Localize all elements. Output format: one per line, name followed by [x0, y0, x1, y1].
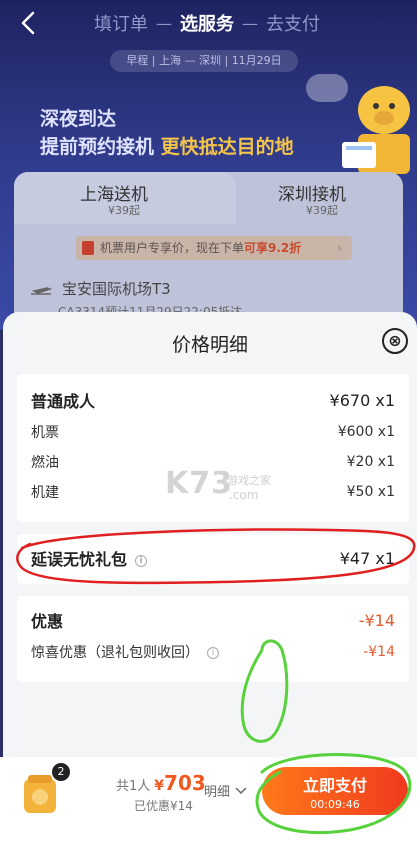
adult-fare-label: 普通成人 — [31, 392, 96, 411]
step-pay: 去支付 — [266, 14, 320, 35]
tab-shenzhen-pickup-price: ¥39起 — [306, 204, 338, 217]
pay-now-label: 立即支付 — [302, 776, 367, 795]
fare-item-amount: ¥50 x1 — [346, 484, 395, 500]
chevron-right-icon: › — [337, 241, 342, 255]
delay-package-panel: 延误无忧礼包 i ¥47 x1 — [17, 534, 409, 584]
sheet-title: 价格明细 — [171, 334, 248, 356]
order-steps: 填订单 — 选服务 — 去支付 — [94, 10, 320, 36]
mascot-illustration — [342, 86, 410, 174]
pay-now-button[interactable]: 立即支付 00:09:46 — [262, 767, 408, 815]
price-detail-toggle[interactable]: 明细 — [204, 781, 248, 800]
fare-item-label: 机票 — [31, 425, 59, 441]
checkout-bar: 2 共1人 ¥ 703 已优惠¥14 明细 立即支付 00:09:46 — [0, 757, 417, 848]
step-separator: — — [242, 13, 258, 33]
promo-subline-highlight: 更快抵达目的地 — [160, 136, 294, 158]
discount-panel: 优惠 -¥14 惊喜优惠（退礼包则收回） i -¥14 — [17, 596, 409, 682]
payment-countdown: 00:09:46 — [310, 798, 360, 811]
adult-fare-panel: 普通成人 ¥670 x1 机票 ¥600 x1 燃油 ¥20 x1 机建 ¥50… — [17, 374, 409, 522]
member-notice-banner[interactable]: 机票用户专享价，现在下单可享9.2折 › — [76, 236, 352, 260]
chevron-down-icon — [235, 787, 247, 795]
detail-label: 明细 — [204, 785, 231, 800]
fare-item-amount: ¥600 x1 — [337, 424, 395, 440]
notice-text: 机票用户专享价，现在下单 — [100, 241, 245, 255]
discount-item-label-group: 惊喜优惠（退礼包则收回） i — [31, 642, 219, 662]
step-separator: — — [156, 13, 172, 33]
total-amount: 703 — [164, 771, 206, 795]
passenger-count: 共1人 — [116, 779, 151, 794]
price-detail-sheet: 价格明细 ⊗ 普通成人 ¥670 x1 机票 ¥600 x1 燃油 ¥20 x1… — [3, 312, 417, 757]
watermark-domain: .com — [229, 488, 259, 502]
discount-amount: -¥14 — [358, 610, 395, 630]
delay-package-label-group: 延误无忧礼包 i — [31, 546, 148, 570]
watermark-logo: K73 — [165, 466, 233, 501]
discount-row: 优惠 -¥14 — [31, 608, 395, 632]
promo-headline: 深夜到达 — [40, 108, 117, 130]
adult-fare-row: 普通成人 ¥670 x1 — [31, 388, 395, 412]
fare-item-label: 机建 — [31, 485, 59, 501]
delay-package-amount: ¥47 x1 — [339, 548, 395, 568]
watermark-text: 游戏之家 — [227, 474, 271, 487]
delay-package-label: 延误无忧礼包 — [31, 550, 128, 569]
total-price: 共1人 ¥ 703 — [116, 771, 206, 795]
info-icon[interactable]: i — [135, 554, 148, 567]
step-select-service: 选服务 — [180, 14, 234, 35]
fare-item-amount: ¥20 x1 — [346, 454, 395, 470]
discount-item-amount: -¥14 — [363, 644, 395, 660]
notice-highlight: 可享9.2折 — [244, 241, 302, 255]
fare-item-row: 机票 ¥600 x1 — [31, 422, 395, 442]
navigation-bar: 填订单 — 选服务 — 去支付 — [0, 0, 417, 46]
discount-item-row: 惊喜优惠（退礼包则收回） i -¥14 — [31, 642, 395, 662]
airport-name: 宝安国际机场T3 — [62, 280, 171, 298]
discount-item-label: 惊喜优惠（退礼包则收回） — [31, 645, 199, 661]
fare-item-label: 燃油 — [31, 455, 59, 471]
currency-symbol: ¥ — [154, 778, 165, 794]
promo-subline-text: 提前预约接机 — [40, 136, 155, 158]
airplane-icon — [31, 286, 52, 295]
step-fill-order: 填订单 — [94, 14, 148, 35]
discount-label: 优惠 — [31, 612, 64, 631]
promo-subline: 提前预约接机 更快抵达目的地 — [40, 132, 294, 159]
delay-package-row: 延误无忧礼包 i ¥47 x1 — [31, 546, 395, 570]
cart-count-badge: 2 — [52, 763, 70, 781]
back-arrow-icon[interactable] — [18, 10, 40, 36]
gift-icon — [82, 241, 94, 255]
close-icon[interactable]: ⊗ — [382, 328, 408, 354]
saved-amount: 已优惠¥14 — [134, 799, 193, 813]
info-icon[interactable]: i — [207, 647, 219, 659]
airport-row: 宝安国际机场T3 — [30, 278, 171, 299]
adult-fare-amount: ¥670 x1 — [329, 390, 395, 410]
tab-shanghai-dropoff-price: ¥39起 — [108, 204, 140, 217]
trip-info-pill[interactable]: 早程 | 上海 — 深圳 | 11月29日 — [110, 50, 298, 72]
